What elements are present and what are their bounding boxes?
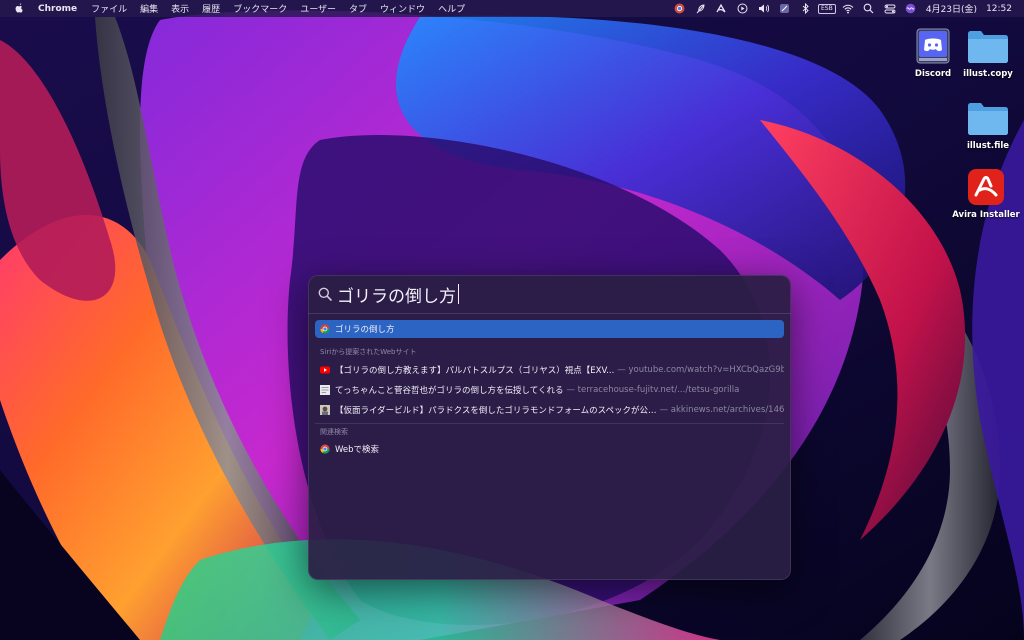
section-divider xyxy=(315,423,784,424)
search-status-icon[interactable] xyxy=(863,3,875,14)
siri-result-row[interactable]: 【ゴリラの倒し方教えます】パルパトスルプス（ゴリヤス）視点【EXV... — y… xyxy=(315,361,784,379)
apple-menu-icon[interactable] xyxy=(14,3,24,14)
siri-icon[interactable] xyxy=(905,3,917,14)
folder-icon xyxy=(966,26,1010,66)
desktop-icon-avira-installer[interactable]: Avira Installer xyxy=(946,167,1024,220)
related-result-row[interactable]: Webで検索 xyxy=(315,440,784,458)
folder-icon xyxy=(966,98,1010,138)
page-thumbnail-icon xyxy=(320,385,330,395)
result-title: てっちゃんこと菅谷哲也がゴリラの倒し方を伝授してくれる xyxy=(335,386,564,396)
search-icon xyxy=(317,286,333,302)
desktop-icon-illust-file[interactable]: illust.file xyxy=(948,98,1024,151)
menu-bar: Chrome ファイル 編集 表示 履歴 ブックマーク ユーザー タブ ウィンド… xyxy=(0,0,1024,17)
menu-edit[interactable]: 編集 xyxy=(140,2,158,15)
app-status-icon[interactable] xyxy=(779,3,791,14)
volume-icon[interactable] xyxy=(758,3,770,14)
youtube-icon xyxy=(320,365,330,375)
siri-result-row[interactable]: てっちゃんこと菅谷哲也がゴリラの倒し方を伝授してくれる — terracehou… xyxy=(315,381,784,399)
spotlight-search-field[interactable]: ゴリラの倒し方 xyxy=(308,275,791,313)
menu-tab[interactable]: タブ xyxy=(349,2,367,15)
chrome-icon xyxy=(320,324,330,334)
result-title: 【ゴリラの倒し方教えます】パルパトスルプス（ゴリヤス）視点【EXV... xyxy=(335,366,615,376)
status-area: ESB 4月23日(金) 12:52 xyxy=(674,0,1012,17)
result-title: Webで検索 xyxy=(335,445,380,455)
menubar-time[interactable]: 12:52 xyxy=(986,4,1012,14)
result-url: — akkinews.net/archives/146097 xyxy=(659,405,784,415)
avira-status-icon[interactable] xyxy=(716,3,728,14)
menu-user[interactable]: ユーザー xyxy=(300,2,336,15)
menu-history[interactable]: 履歴 xyxy=(202,2,220,15)
related-section-label: 関連検索 xyxy=(320,428,348,436)
chrome-icon xyxy=(320,444,330,454)
desktop-icon-label: illust.file xyxy=(966,141,1010,151)
input-method-icon[interactable]: ESB xyxy=(818,3,836,14)
menu-bookmarks[interactable]: ブックマーク xyxy=(233,2,287,15)
desktop-icon-label: illust.copy xyxy=(963,69,1013,79)
page-thumbnail-icon xyxy=(320,405,330,415)
search-query-text[interactable]: ゴリラの倒し方 xyxy=(337,282,456,307)
menu-help[interactable]: ヘルプ xyxy=(438,2,465,15)
play-icon[interactable] xyxy=(737,3,749,14)
desktop-icon-illust-copy[interactable]: illust.copy xyxy=(948,26,1024,79)
text-caret xyxy=(458,284,459,304)
input-method-label: ESB xyxy=(818,3,836,14)
top-hit-result[interactable]: ゴリラの倒し方 xyxy=(315,320,784,338)
menu-view[interactable]: 表示 xyxy=(171,2,189,15)
control-center-icon[interactable] xyxy=(884,3,896,14)
menu-file[interactable]: ファイル xyxy=(91,2,127,15)
desktop-icon-label: Avira Installer xyxy=(952,210,1020,220)
menu-window[interactable]: ウィンドウ xyxy=(380,2,425,15)
avira-app-icon xyxy=(964,167,1008,207)
bluetooth-icon[interactable] xyxy=(800,3,812,14)
search-divider xyxy=(308,313,791,314)
wifi-icon[interactable] xyxy=(842,3,854,14)
result-url: — terracehouse-fujitv.net/.../tetsu-gori… xyxy=(566,385,740,395)
result-title: ゴリラの倒し方 xyxy=(335,325,395,335)
result-url: — youtube.com/watch?v=HXCbQazG9bg xyxy=(617,365,784,375)
desktop-icon-label: Discord xyxy=(914,69,952,79)
feather-icon[interactable] xyxy=(695,3,707,14)
result-title: 【仮面ライダービルド】パラドクスを倒したゴリラモンドフォームのスペックが公… xyxy=(335,406,657,416)
siri-section-label: Siriから提案されたWebサイト xyxy=(320,348,417,356)
menu-app-name[interactable]: Chrome xyxy=(38,4,77,14)
menubar-date[interactable]: 4月23日(金) xyxy=(926,2,977,15)
spotlight-panel: ゴリラの倒し方 ゴリラの倒し方 Siriから提案されたWebサイト 【ゴリラの倒… xyxy=(308,275,791,580)
siri-result-row[interactable]: 【仮面ライダービルド】パラドクスを倒したゴリラモンドフォームのスペックが公… —… xyxy=(315,401,784,419)
chrome-status-icon[interactable] xyxy=(674,3,686,14)
